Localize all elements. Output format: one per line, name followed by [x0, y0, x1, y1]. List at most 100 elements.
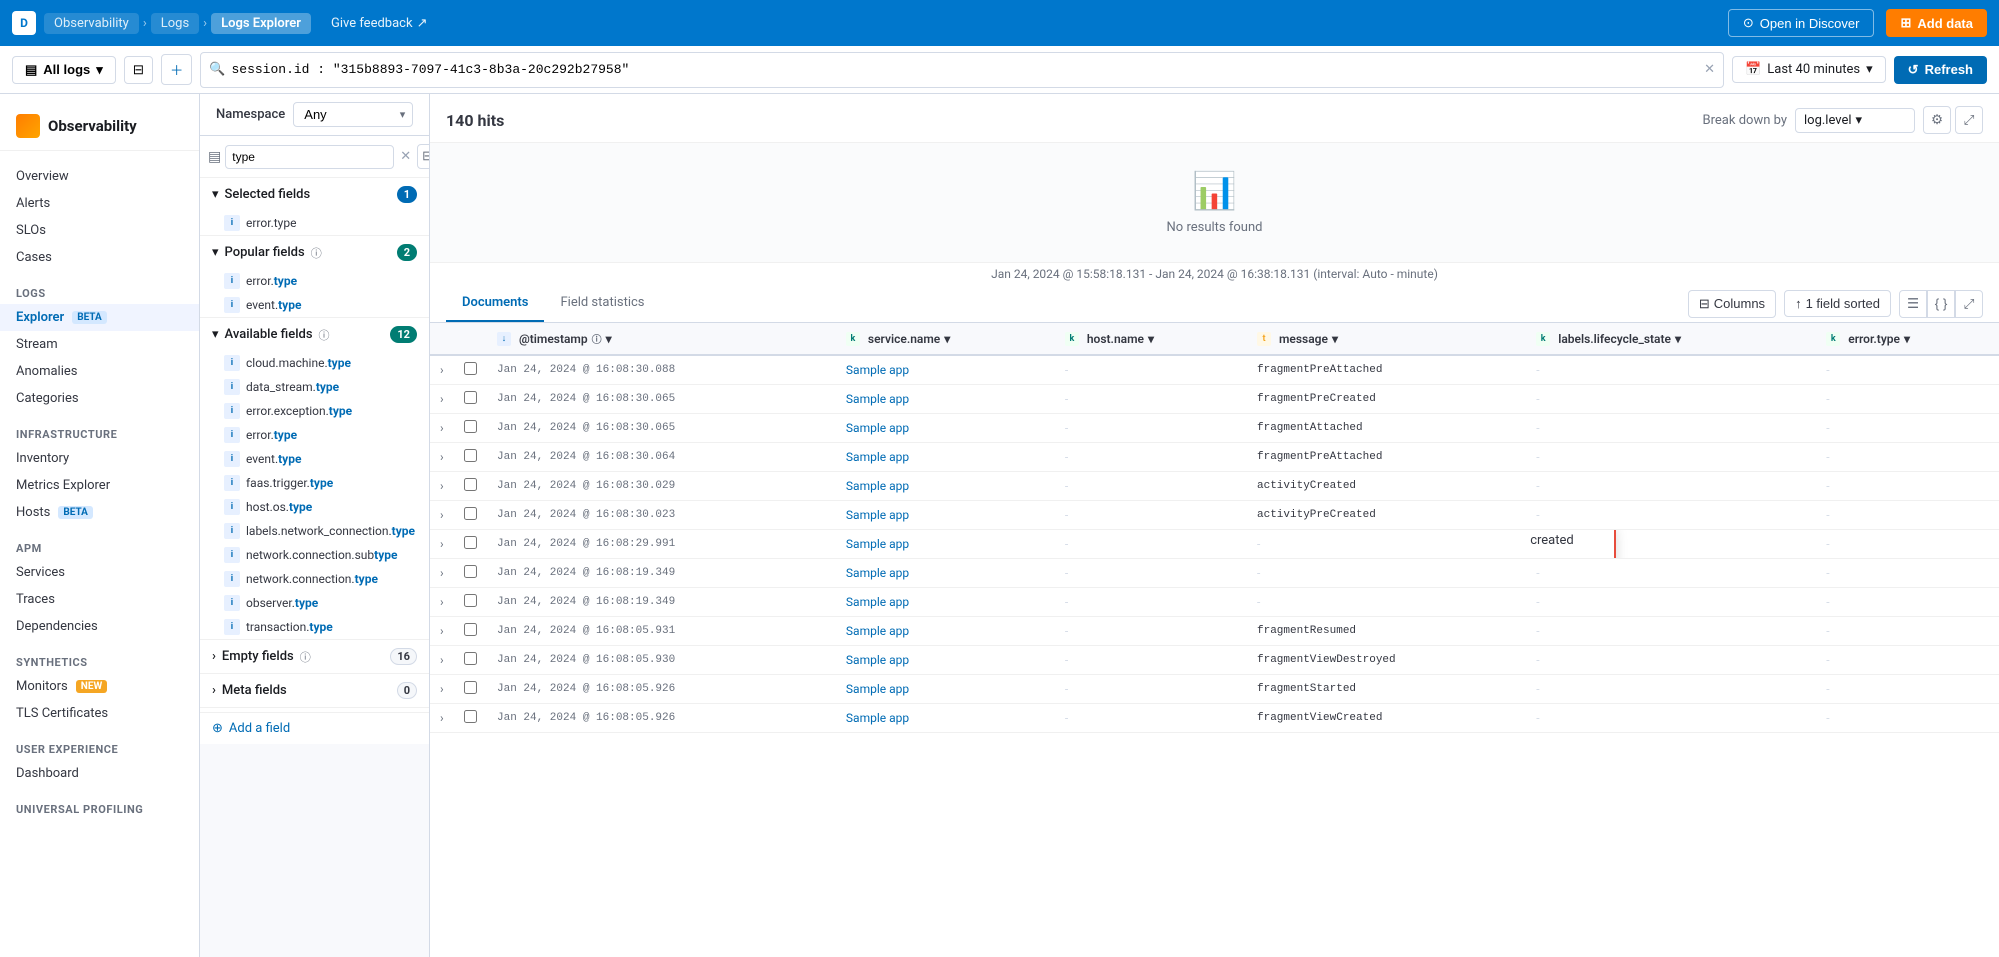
row-checkbox[interactable] — [464, 478, 477, 491]
col-header-service-name[interactable]: k service.name ▾ — [836, 323, 1055, 355]
open-in-discover-button[interactable]: ⊙ Open in Discover — [1728, 9, 1875, 37]
sidebar-item-alerts[interactable]: Alerts — [0, 190, 199, 217]
field-item-host-os-type[interactable]: i host.os.type — [200, 495, 429, 519]
breadcrumb-observability[interactable]: Observability — [44, 13, 139, 34]
sidebar-item-cases[interactable]: Cases — [0, 244, 199, 271]
col-header-timestamp[interactable]: ↓ @timestamp ⓘ ▾ — [487, 323, 836, 355]
lifecycle-option-created[interactable]: created — [1526, 530, 1614, 555]
sidebar-item-anomalies[interactable]: Anomalies — [0, 358, 199, 385]
filter-button[interactable]: ⊟ — [124, 56, 153, 84]
selected-fields-header[interactable]: ▾ Selected fields 1 — [200, 178, 429, 211]
col-header-lifecycle-state[interactable]: k labels.lifecycle_state ▾ — [1526, 323, 1816, 355]
expand-row-icon[interactable]: › — [440, 595, 444, 609]
field-item-event-type-popular[interactable]: i event.type — [200, 293, 429, 317]
expand-row-icon[interactable]: › — [440, 508, 444, 522]
row-checkbox[interactable] — [464, 507, 477, 520]
clear-search-icon[interactable]: ✕ — [1704, 62, 1715, 77]
sidebar-item-overview[interactable]: Overview — [0, 163, 199, 190]
row-checkbox[interactable] — [464, 652, 477, 665]
row-checkbox[interactable] — [464, 710, 477, 723]
sidebar-item-dependencies[interactable]: Dependencies — [0, 613, 199, 640]
sidebar-item-explorer[interactable]: Explorer BETA — [0, 304, 199, 331]
popular-fields-header[interactable]: ▾ Popular fields ⓘ 2 — [200, 236, 429, 269]
sidebar-item-stream[interactable]: Stream — [0, 331, 199, 358]
tab-field-statistics[interactable]: Field statistics — [544, 285, 660, 322]
expand-row-icon[interactable]: › — [440, 624, 444, 638]
namespace-select[interactable]: Any — [293, 102, 413, 127]
row-checkbox[interactable] — [464, 391, 477, 404]
row-checkbox[interactable] — [464, 623, 477, 636]
field-item-faas-trigger-type[interactable]: i faas.trigger.type — [200, 471, 429, 495]
feedback-link[interactable]: Give feedback ↗ — [331, 16, 428, 31]
expand-row-icon[interactable]: › — [440, 421, 444, 435]
row-checkbox[interactable] — [464, 362, 477, 375]
sidebar-item-services[interactable]: Services — [0, 559, 199, 586]
col-header-host-name[interactable]: k host.name ▾ — [1055, 323, 1247, 355]
row-checkbox[interactable] — [464, 420, 477, 433]
view-json-button[interactable]: { } — [1927, 290, 1955, 318]
field-item-error-type-popular[interactable]: i error.type — [200, 269, 429, 293]
time-picker[interactable]: 📅 Last 40 minutes ▾ — [1732, 56, 1886, 83]
field-item-data-stream-type[interactable]: i data_stream.type — [200, 375, 429, 399]
chevron-down-icon: ▾ — [944, 332, 950, 346]
add-filter-button[interactable]: ＋ — [161, 54, 192, 85]
row-checkbox[interactable] — [464, 449, 477, 462]
table-row: › Jan 24, 2024 @ 16:08:19.349 Sample app… — [430, 559, 1999, 588]
col-header-message[interactable]: t message ▾ — [1247, 323, 1526, 355]
sidebar-item-dashboard[interactable]: Dashboard — [0, 760, 199, 787]
view-expand-button[interactable]: ⤢ — [1955, 290, 1983, 318]
filter-fields-icon[interactable]: ⊟ — [417, 144, 430, 169]
columns-button[interactable]: ⊟ Columns — [1688, 290, 1776, 318]
all-logs-button[interactable]: ▤ All logs ▾ — [12, 56, 116, 84]
expand-row-icon[interactable]: › — [440, 479, 444, 493]
field-item-error-exception-type[interactable]: i error.exception.type — [200, 399, 429, 423]
row-checkbox[interactable] — [464, 536, 477, 549]
add-data-button[interactable]: ⊞ Add data — [1886, 9, 1987, 37]
row-checkbox[interactable] — [464, 594, 477, 607]
field-item-event-type[interactable]: i event.type — [200, 447, 429, 471]
available-fields-header[interactable]: ▾ Available fields ⓘ 12 — [200, 318, 429, 351]
field-item-error-type[interactable]: i error.type — [200, 423, 429, 447]
field-item-cloud-machine-type[interactable]: i cloud.machine.type — [200, 351, 429, 375]
sidebar-item-traces[interactable]: Traces — [0, 586, 199, 613]
field-item-labels-network-connection-type[interactable]: i labels.network_connection.type — [200, 519, 429, 543]
search-input[interactable] — [231, 62, 1704, 77]
field-item-network-connection-type[interactable]: i network.connection.type — [200, 567, 429, 591]
settings-icon-button[interactable]: ⚙ — [1923, 106, 1951, 134]
lifecycle-option-stopped[interactable]: stopped — [1526, 554, 1614, 559]
refresh-button[interactable]: ↺ Refresh — [1894, 56, 1987, 84]
field-item-observer-type[interactable]: i observer.type — [200, 591, 429, 615]
sidebar-item-categories[interactable]: Categories — [0, 385, 199, 412]
field-item-network-connection-subtype[interactable]: i network.connection.subtype — [200, 543, 429, 567]
breadcrumb-logs[interactable]: Logs — [151, 13, 199, 34]
meta-fields-header[interactable]: › Meta fields 0 — [200, 674, 429, 707]
sidebar-item-monitors[interactable]: Monitors NEW — [0, 673, 199, 700]
sort-info-button[interactable]: ↑ 1 field sorted — [1784, 290, 1891, 317]
field-item-error-type-selected[interactable]: i error.type — [200, 211, 429, 235]
expand-row-icon[interactable]: › — [440, 711, 444, 725]
add-field-button[interactable]: ⊕ Add a field — [200, 712, 429, 744]
sidebar-item-hosts[interactable]: Hosts BETA — [0, 499, 199, 526]
sidebar-item-slos[interactable]: SLOs — [0, 217, 199, 244]
sidebar-item-tls-certificates[interactable]: TLS Certificates — [0, 700, 199, 727]
expand-row-icon[interactable]: › — [440, 450, 444, 464]
empty-fields-header[interactable]: › Empty fields ⓘ 16 — [200, 640, 429, 673]
expand-row-icon[interactable]: › — [440, 682, 444, 696]
row-checkbox[interactable] — [464, 565, 477, 578]
expand-row-icon[interactable]: › — [440, 653, 444, 667]
tab-documents[interactable]: Documents — [446, 285, 544, 322]
sidebar-item-inventory[interactable]: Inventory — [0, 445, 199, 472]
clear-field-search-icon[interactable]: ✕ — [398, 147, 413, 166]
expand-icon-button[interactable]: ⤢ — [1955, 106, 1983, 134]
sidebar-item-metrics-explorer[interactable]: Metrics Explorer — [0, 472, 199, 499]
fields-search-input[interactable] — [225, 145, 394, 169]
expand-row-icon[interactable]: › — [440, 566, 444, 580]
expand-row-icon[interactable]: › — [440, 392, 444, 406]
view-rows-button[interactable]: ☰ — [1899, 290, 1927, 318]
field-item-transaction-type[interactable]: i transaction.type — [200, 615, 429, 639]
col-header-error-type[interactable]: k error.type ▾ — [1816, 323, 1999, 355]
breakdown-select[interactable]: log.level ▾ — [1795, 108, 1915, 133]
expand-row-icon[interactable]: › — [440, 363, 444, 377]
expand-row-icon[interactable]: › — [440, 537, 444, 551]
row-checkbox[interactable] — [464, 681, 477, 694]
